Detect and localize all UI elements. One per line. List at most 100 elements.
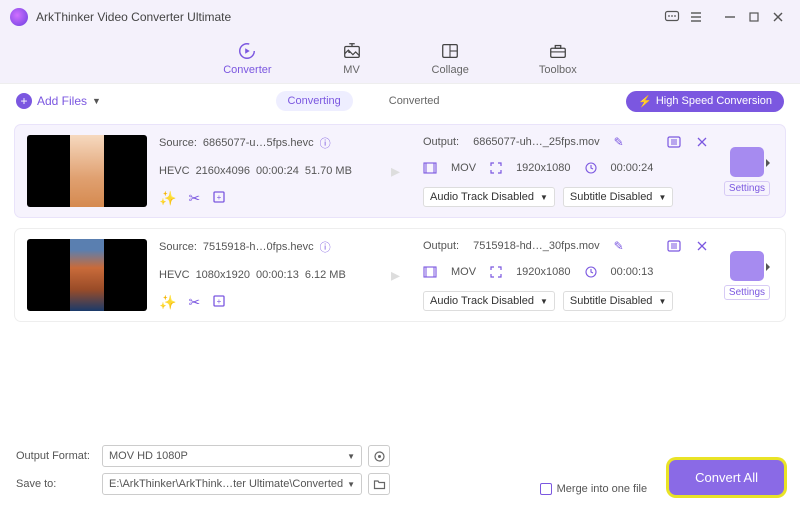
cut-icon[interactable]: ✂	[188, 294, 200, 311]
output-column: Output: 6865077-uh…_25fps.mov ✎ MOV	[423, 135, 709, 207]
arrow-icon: ▸	[391, 265, 411, 286]
collage-icon	[440, 41, 460, 61]
edit-page-icon[interactable]: +	[212, 294, 226, 311]
output-container: MOV	[451, 266, 476, 278]
format-column: Settings	[721, 135, 773, 207]
format-column: Settings	[721, 239, 773, 311]
audio-track-select[interactable]: Audio Track Disabled▼	[423, 187, 555, 207]
checkbox-icon	[540, 483, 552, 495]
svg-text:+: +	[217, 193, 222, 202]
file-list: Source: 6865077-u…5fps.hevc ⓘ HEVC 2160x…	[0, 118, 800, 338]
metadata-icon[interactable]	[667, 240, 681, 252]
source-duration: 00:00:24	[256, 165, 299, 177]
tab-converter[interactable]: Converter	[223, 41, 271, 76]
sub-bar: + Add Files ▼ Converting Converted ⚡ Hig…	[0, 84, 800, 118]
film-icon	[423, 266, 437, 278]
arrow-icon: ▸	[391, 161, 411, 182]
subtitle-select[interactable]: Subtitle Disabled▼	[563, 187, 673, 207]
converter-icon	[237, 41, 257, 61]
chevron-down-icon: ▼	[540, 193, 548, 202]
main-tabs: Converter MV Collage Toolbox	[0, 34, 800, 84]
output-resolution: 1920x1080	[516, 162, 570, 174]
source-size: 6.12 MB	[305, 269, 346, 281]
source-duration: 00:00:13	[256, 269, 299, 281]
compress-icon[interactable]	[695, 240, 709, 252]
hsc-label: High Speed Conversion	[656, 95, 772, 107]
app-title: ArkThinker Video Converter Ultimate	[36, 10, 660, 24]
metadata-icon[interactable]	[667, 136, 681, 148]
output-container: MOV	[451, 162, 476, 174]
source-label: Source:	[159, 241, 197, 253]
rename-icon[interactable]: ✎	[614, 239, 624, 253]
tab-toolbox[interactable]: Toolbox	[539, 41, 577, 76]
film-icon	[423, 162, 437, 174]
video-thumbnail	[27, 239, 147, 311]
format-badge-button[interactable]	[730, 147, 764, 177]
effects-icon[interactable]: ✨	[159, 190, 176, 207]
expand-icon	[490, 162, 502, 174]
info-icon[interactable]: ⓘ	[320, 135, 331, 151]
tab-label: Collage	[432, 64, 469, 76]
subtitle-select[interactable]: Subtitle Disabled▼	[563, 291, 673, 311]
menu-icon[interactable]	[684, 5, 708, 29]
output-duration: 00:00:13	[611, 266, 654, 278]
close-button[interactable]	[766, 5, 790, 29]
app-logo-icon	[10, 8, 28, 26]
save-to-label: Save to:	[16, 478, 96, 490]
merge-checkbox[interactable]: Merge into one file	[540, 483, 648, 495]
source-filename: 7515918-h…0fps.hevc	[203, 241, 314, 253]
effects-icon[interactable]: ✨	[159, 294, 176, 311]
add-files-button[interactable]: + Add Files ▼	[16, 93, 101, 109]
output-column: Output: 7515918-hd…_30fps.mov ✎ MOV	[423, 239, 709, 311]
chevron-down-icon: ▼	[658, 297, 666, 306]
maximize-button[interactable]	[742, 5, 766, 29]
chevron-down-icon: ▼	[347, 452, 355, 461]
output-resolution: 1920x1080	[516, 266, 570, 278]
chevron-down-icon: ▼	[540, 297, 548, 306]
convert-all-button[interactable]: Convert All	[669, 460, 784, 495]
cut-icon[interactable]: ✂	[188, 190, 200, 207]
minimize-button[interactable]	[718, 5, 742, 29]
tab-label: MV	[343, 64, 360, 76]
bolt-icon: ⚡	[638, 95, 652, 108]
output-duration: 00:00:24	[611, 162, 654, 174]
source-resolution: 2160x4096	[196, 165, 250, 177]
settings-link[interactable]: Settings	[724, 181, 770, 196]
source-column: Source: 6865077-u…5fps.hevc ⓘ HEVC 2160x…	[159, 135, 379, 207]
source-size: 51.70 MB	[305, 165, 352, 177]
file-item[interactable]: Source: 7515918-h…0fps.hevc ⓘ HEVC 1080x…	[14, 228, 786, 322]
feedback-icon[interactable]	[660, 5, 684, 29]
status-tabs: Converting Converted	[276, 91, 452, 111]
titlebar: ArkThinker Video Converter Ultimate	[0, 0, 800, 34]
info-icon[interactable]: ⓘ	[320, 239, 331, 255]
output-format-select[interactable]: MOV HD 1080P▼	[102, 445, 362, 467]
compress-icon[interactable]	[695, 136, 709, 148]
tab-label: Converter	[223, 64, 271, 76]
source-label: Source:	[159, 137, 197, 149]
format-settings-button[interactable]	[368, 445, 390, 467]
rename-icon[interactable]: ✎	[614, 135, 624, 149]
settings-link[interactable]: Settings	[724, 285, 770, 300]
toolbox-icon	[548, 41, 568, 61]
chevron-down-icon: ▼	[92, 96, 101, 106]
edit-page-icon[interactable]: +	[212, 190, 226, 207]
browse-folder-button[interactable]	[368, 473, 390, 495]
source-resolution: 1080x1920	[196, 269, 250, 281]
source-codec: HEVC	[159, 269, 190, 281]
expand-icon	[490, 266, 502, 278]
tab-mv[interactable]: MV	[342, 41, 362, 76]
output-filename: 6865077-uh…_25fps.mov	[473, 136, 600, 148]
plus-icon: +	[16, 93, 32, 109]
tab-converted[interactable]: Converted	[377, 91, 452, 111]
file-item[interactable]: Source: 6865077-u…5fps.hevc ⓘ HEVC 2160x…	[14, 124, 786, 218]
chevron-down-icon: ▼	[347, 480, 355, 489]
chevron-down-icon: ▼	[658, 193, 666, 202]
clock-icon	[585, 162, 597, 174]
audio-track-select[interactable]: Audio Track Disabled▼	[423, 291, 555, 311]
high-speed-conversion-button[interactable]: ⚡ High Speed Conversion	[626, 91, 784, 112]
tab-collage[interactable]: Collage	[432, 41, 469, 76]
tab-converting[interactable]: Converting	[276, 91, 353, 111]
format-badge-button[interactable]	[730, 251, 764, 281]
save-to-select[interactable]: E:\ArkThinker\ArkThink…ter Ultimate\Conv…	[102, 473, 362, 495]
svg-text:+: +	[217, 297, 222, 306]
